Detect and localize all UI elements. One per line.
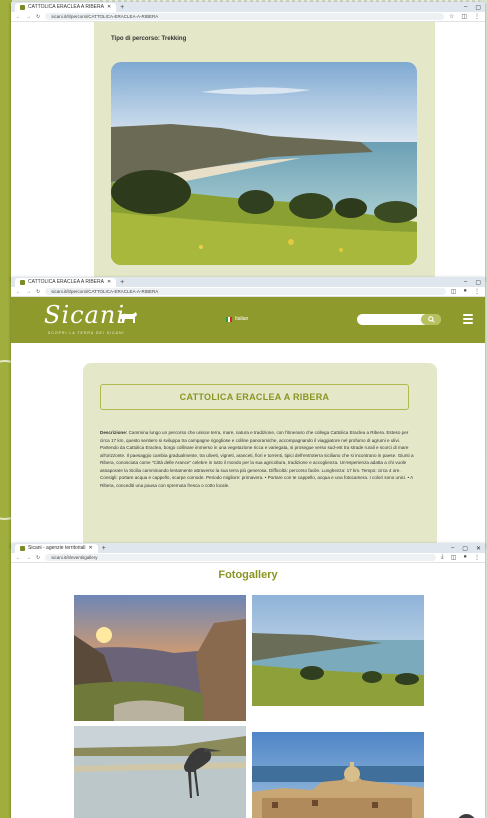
browser-tab[interactable]: CATTOLICA ERACLEA A RIBERA ✕ [15, 277, 117, 287]
plus-icon[interactable]: + [120, 4, 124, 11]
maximize-icon[interactable]: ▢ [462, 545, 468, 552]
plus-icon[interactable]: + [120, 279, 124, 286]
browser-tab[interactable]: CATTOLICA ERACLEA A RIBERA ✕ [15, 2, 117, 12]
back-icon[interactable]: ← [16, 289, 21, 295]
address-bar: ← → ↻ sicani.it/it/percorsi/CATTOLICA-ER… [11, 12, 485, 22]
url-field[interactable]: sicani.it/it/percorsi/CATTOLICA-ERACLEA-… [45, 288, 446, 295]
route-type: Tipo di percorso: Trekking [111, 36, 187, 42]
minimize-icon[interactable]: – [464, 4, 467, 11]
scroll-to-top-button[interactable] [457, 814, 476, 818]
extension-icon[interactable]: ◫ [461, 13, 467, 20]
site-header: Sicani SCOPRI LA TERRA DEI SICANI Italia… [11, 297, 485, 343]
menu-icon[interactable]: ⋮ [474, 288, 480, 295]
extension-icon[interactable]: ◫ [451, 288, 457, 295]
reload-icon[interactable]: ↻ [36, 14, 40, 20]
browser-tab[interactable]: Sicani - agenzie territoriali ✕ [15, 543, 98, 553]
gallery-image-heron[interactable] [74, 726, 246, 818]
page-viewport: CATTOLICA ERACLEA A RIBERA Descrizione: … [11, 343, 485, 547]
forward-icon[interactable]: → [26, 289, 31, 295]
menu-icon[interactable]: ⋮ [474, 554, 480, 561]
profile-icon[interactable]: ● [463, 288, 467, 295]
italy-flag-icon [226, 316, 232, 322]
page-title: CATTOLICA ERACLEA A RIBERA [100, 384, 409, 410]
hamburger-icon[interactable] [463, 314, 473, 326]
close-icon[interactable]: ✕ [107, 279, 111, 285]
gallery-title: Fotogallery [218, 569, 278, 581]
favicon-icon [20, 545, 25, 551]
plus-icon[interactable]: + [102, 545, 106, 552]
gallery-image-coast[interactable] [252, 595, 424, 706]
favicon-icon [20, 279, 25, 285]
logo-animal-icon [119, 312, 137, 323]
star-icon[interactable]: ☆ [449, 13, 454, 20]
description-text: Cammina lungo un percorso che unisce ter… [100, 430, 414, 480]
tab-title: CATTOLICA ERACLEA A RIBERA [28, 279, 104, 285]
route-photo [111, 62, 417, 265]
url-field[interactable]: sicani.it/it/percorsi/CATTOLICA-ERACLEA-… [45, 13, 444, 20]
search-icon [427, 316, 435, 323]
back-icon[interactable]: ← [16, 555, 21, 561]
reload-icon[interactable]: ↻ [36, 555, 40, 561]
menu-icon[interactable]: ⋮ [474, 13, 480, 20]
maximize-icon[interactable]: ▢ [475, 279, 481, 286]
download-icon[interactable]: ⤓ [441, 554, 444, 561]
forward-icon[interactable]: → [26, 555, 31, 561]
url-text: sicani.it/it/percorsi/CATTOLICA-ERACLEA-… [51, 14, 159, 19]
browser-window-3: Sicani - agenzie territoriali ✕ + – ▢ ✕ … [11, 543, 485, 818]
language-selector[interactable]: Italian [226, 316, 248, 322]
profile-icon[interactable]: ● [463, 554, 467, 561]
tab-title: Sicani - agenzie territoriali [28, 545, 86, 551]
gallery-image-town[interactable] [252, 732, 424, 818]
reload-icon[interactable]: ↻ [36, 289, 40, 295]
maximize-icon[interactable]: ▢ [475, 4, 481, 11]
back-icon[interactable]: ← [16, 14, 21, 20]
url-text: sicani.it/it/eventi/gallery [51, 555, 98, 560]
favicon-icon [20, 4, 25, 10]
tab-title: CATTOLICA ERACLEA A RIBERA [28, 4, 104, 10]
language-label: Italian [235, 316, 249, 322]
desktop: CATTOLICA ERACLEA A RIBERA ✕ + – ▢ ← → ↻… [0, 0, 487, 818]
description-label: Descrizione: [100, 430, 128, 435]
address-bar: ← → ↻ sicani.it/it/percorsi/CATTOLICA-ER… [11, 287, 485, 297]
tab-strip: CATTOLICA ERACLEA A RIBERA ✕ + – ▢ [11, 2, 485, 12]
page-viewport: Tipo di percorso: Trekking [11, 22, 485, 280]
search-input[interactable] [357, 314, 441, 325]
extension-icon[interactable]: ◫ [451, 554, 457, 561]
minimize-icon[interactable]: – [451, 545, 454, 552]
url-text: sicani.it/it/percorsi/CATTOLICA-ERACLEA-… [51, 289, 159, 294]
search-button[interactable] [421, 314, 441, 325]
url-field[interactable]: sicani.it/it/eventi/gallery [45, 554, 437, 561]
gallery-image-sunset-cliffs[interactable] [74, 595, 246, 721]
close-icon[interactable]: ✕ [89, 545, 93, 551]
minimize-icon[interactable]: – [464, 279, 467, 286]
browser-window-1: CATTOLICA ERACLEA A RIBERA ✕ + – ▢ ← → ↻… [11, 2, 485, 280]
address-bar: ← → ↻ sicani.it/it/eventi/gallery ⤓ ◫ ● … [11, 553, 485, 563]
page-viewport: Fotogallery [11, 563, 485, 818]
browser-window-2: CATTOLICA ERACLEA A RIBERA ✕ + – ▢ ← → ↻… [11, 277, 485, 547]
content-panel: CATTOLICA ERACLEA A RIBERA Descrizione: … [83, 363, 437, 547]
tab-strip: CATTOLICA ERACLEA A RIBERA ✕ + – ▢ [11, 277, 485, 287]
forward-icon[interactable]: → [26, 14, 31, 20]
route-description: Descrizione: Cammina lungo un percorso c… [100, 429, 414, 489]
close-window-icon[interactable]: ✕ [476, 545, 481, 552]
close-icon[interactable]: ✕ [107, 4, 111, 10]
content-panel: Tipo di percorso: Trekking [94, 22, 435, 280]
site-logo[interactable]: Sicani [44, 301, 125, 329]
tab-strip: Sicani - agenzie territoriali ✕ + – ▢ ✕ [11, 543, 485, 553]
logo-subtitle: SCOPRI LA TERRA DEI SICANI [48, 331, 125, 335]
